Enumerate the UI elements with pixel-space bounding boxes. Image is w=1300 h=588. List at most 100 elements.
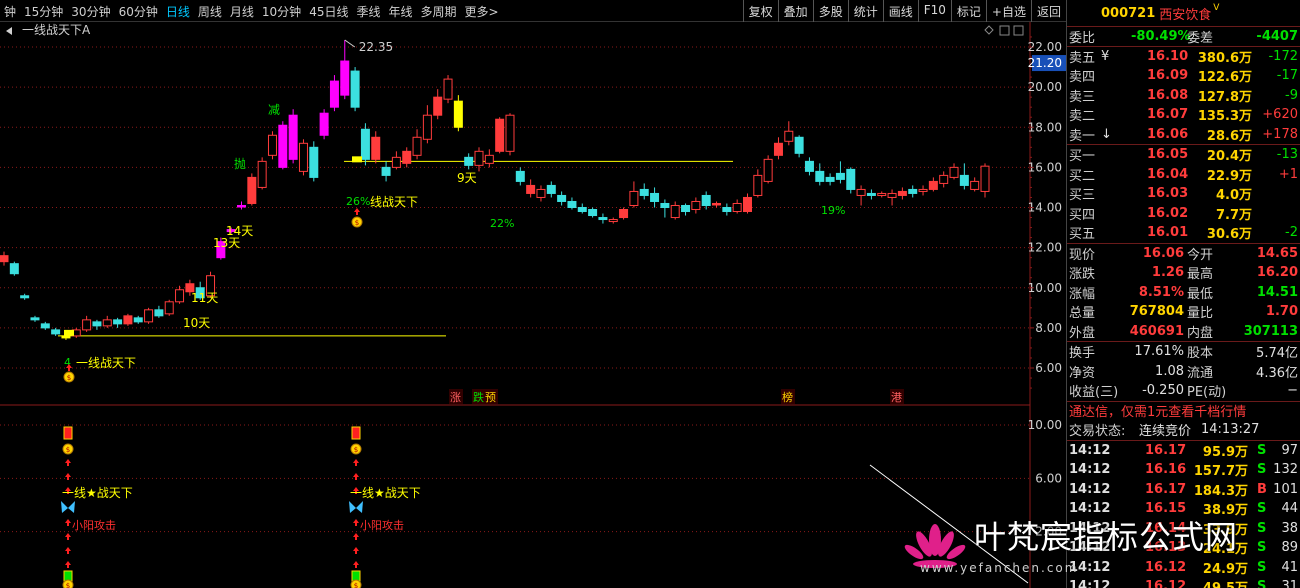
candle-body[interactable] — [484, 154, 494, 164]
tool-button-6[interactable]: 标记 — [950, 0, 986, 22]
candle-body[interactable] — [887, 192, 897, 198]
candle-body[interactable] — [464, 156, 474, 166]
candle-body[interactable] — [866, 192, 876, 196]
period-tab-8[interactable]: 45日线 — [305, 3, 352, 20]
candle-body[interactable] — [536, 188, 546, 198]
candle-body[interactable] — [526, 184, 536, 194]
candle-body[interactable] — [918, 188, 928, 192]
candle-body[interactable] — [639, 188, 649, 196]
candle-body[interactable] — [763, 158, 773, 182]
candle-body[interactable] — [856, 188, 866, 196]
candle-body[interactable] — [681, 204, 691, 213]
candle-body[interactable] — [629, 190, 639, 206]
chevron-left-icon[interactable] — [6, 27, 12, 35]
tool-button-0[interactable]: 复权 — [742, 0, 778, 22]
candle-body[interactable] — [546, 184, 556, 194]
candle-body[interactable] — [794, 136, 804, 154]
stock-title[interactable]: 000721 西安饮食 V — [1067, 0, 1300, 26]
candle-body[interactable] — [350, 70, 360, 108]
candle-body[interactable] — [515, 170, 525, 182]
period-tab-12[interactable]: 更多> — [461, 3, 503, 20]
candle-body[interactable] — [154, 309, 164, 317]
period-tab-7[interactable]: 10分钟 — [258, 3, 305, 20]
candle-body[interactable] — [474, 150, 484, 166]
tool-button-5[interactable]: F10 — [917, 0, 951, 22]
candle-body[interactable] — [443, 78, 453, 100]
candle-body[interactable] — [422, 114, 432, 140]
candle-body[interactable] — [753, 174, 763, 196]
period-tab-5[interactable]: 周线 — [194, 3, 226, 20]
candle-body[interactable] — [412, 136, 422, 156]
candle-body[interactable] — [9, 263, 19, 275]
candle-body[interactable] — [939, 174, 949, 184]
period-tab-11[interactable]: 多周期 — [417, 3, 461, 20]
candle-body[interactable] — [175, 289, 185, 303]
candle-body[interactable] — [340, 60, 350, 96]
candle-body[interactable] — [897, 190, 907, 196]
candle-body[interactable] — [20, 295, 30, 299]
candle-body[interactable] — [701, 194, 711, 206]
candle-body[interactable] — [237, 204, 247, 208]
period-tab-6[interactable]: 月线 — [226, 3, 258, 20]
candle-body[interactable] — [319, 112, 329, 136]
candle-body[interactable] — [557, 194, 567, 202]
period-tab-2[interactable]: 30分钟 — [67, 3, 114, 20]
candle-body[interactable] — [391, 156, 401, 168]
candle-body[interactable] — [959, 174, 969, 186]
candle-body[interactable] — [92, 321, 102, 327]
candle-body[interactable] — [247, 176, 257, 204]
candle-body[interactable] — [257, 160, 267, 188]
restore-icon[interactable] — [999, 25, 1010, 36]
tool-button-7[interactable]: +自选 — [985, 0, 1031, 22]
period-tab-4[interactable]: 日线 — [162, 3, 194, 20]
candle-body[interactable] — [804, 160, 814, 172]
candle-body[interactable] — [742, 196, 752, 213]
ad-text[interactable]: 通达信，仅需1元查看千档行情 — [1069, 401, 1246, 420]
kline-chart[interactable]: 22.00 20.00 18.00 16.00 14.00 12.00 10.00 8.00 6… — [0, 22, 1066, 588]
candle-body[interactable] — [61, 335, 71, 339]
candle-body[interactable] — [846, 168, 856, 190]
candle-body[interactable] — [82, 319, 92, 331]
candle-body[interactable] — [371, 136, 381, 160]
candle-body[interactable] — [113, 319, 123, 325]
candle-body[interactable] — [144, 309, 154, 323]
candle-body[interactable] — [608, 219, 618, 223]
candle-body[interactable] — [722, 207, 732, 213]
candle-body[interactable] — [329, 80, 339, 108]
candle-body[interactable] — [908, 188, 918, 194]
candle-body[interactable] — [381, 166, 391, 176]
candle-body[interactable] — [784, 130, 794, 142]
tool-button-3[interactable]: 统计 — [847, 0, 883, 22]
candle-body[interactable] — [123, 315, 133, 325]
close-icon[interactable] — [1013, 25, 1024, 36]
candle-body[interactable] — [402, 150, 412, 164]
candle-body[interactable] — [102, 319, 112, 327]
candle-body[interactable] — [815, 170, 825, 182]
candle-body[interactable] — [133, 317, 143, 323]
candle-body[interactable] — [51, 329, 61, 335]
period-tab-3[interactable]: 60分钟 — [115, 3, 162, 20]
candle-body[interactable] — [670, 204, 680, 219]
candle-body[interactable] — [577, 207, 587, 213]
period-tab-1[interactable]: 15分钟 — [20, 3, 67, 20]
candle-body[interactable] — [588, 209, 598, 217]
candle-body[interactable] — [360, 128, 370, 160]
candle-body[interactable] — [267, 134, 277, 156]
candle-body[interactable] — [970, 180, 980, 190]
candle-body[interactable] — [278, 124, 288, 168]
candle-body[interactable] — [40, 323, 50, 329]
candle-body[interactable] — [949, 166, 959, 178]
candle-body[interactable] — [453, 100, 463, 128]
candle-body[interactable] — [309, 146, 319, 178]
period-tab-9[interactable]: 季线 — [352, 3, 384, 20]
candle-body[interactable] — [877, 192, 887, 196]
ad-row[interactable]: 通达信，仅需1元查看千档行情 — [1067, 400, 1300, 420]
candle-body[interactable] — [567, 200, 577, 208]
tool-button-2[interactable]: 多股 — [812, 0, 848, 22]
tool-button-1[interactable]: 叠加 — [777, 0, 813, 22]
candle-body[interactable] — [164, 301, 174, 315]
candle-body[interactable] — [835, 172, 845, 180]
candle-body[interactable] — [298, 142, 308, 172]
candle-body[interactable] — [980, 165, 990, 192]
diamond-icon[interactable] — [984, 25, 994, 35]
